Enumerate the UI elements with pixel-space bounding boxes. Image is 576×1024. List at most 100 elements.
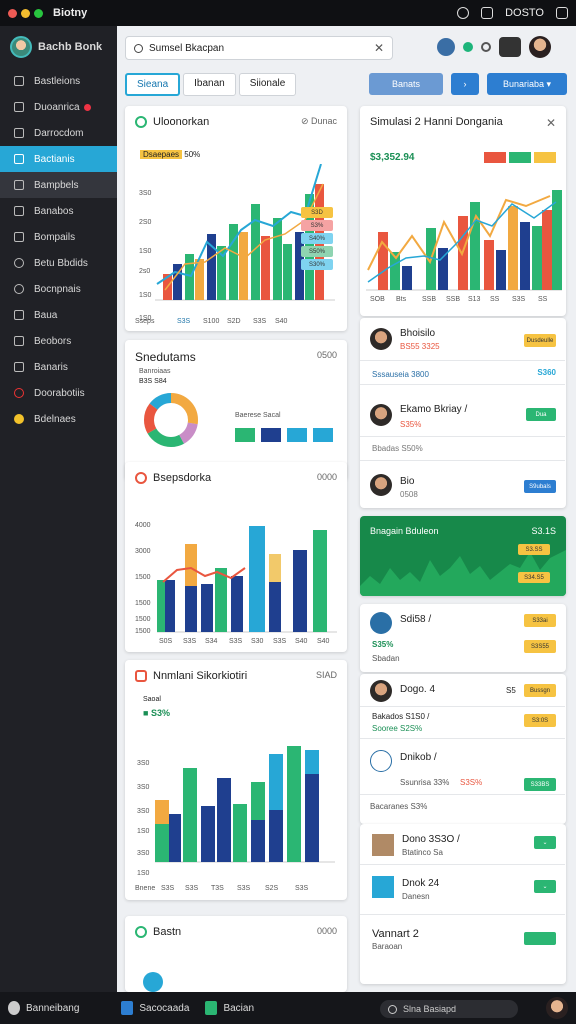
divider bbox=[360, 864, 565, 865]
sidebar-item[interactable]: Bompails bbox=[0, 224, 117, 250]
next-button[interactable]: › bbox=[451, 73, 479, 95]
user-avatar-icon[interactable] bbox=[437, 38, 455, 56]
legend-swatch[interactable] bbox=[313, 428, 333, 442]
sidebar-item[interactable]: Bampbels bbox=[0, 172, 117, 198]
y-tick: 1500 bbox=[135, 600, 151, 607]
row-action-button[interactable]: ⌄ bbox=[534, 836, 556, 849]
brand[interactable]: Bachb Bonk bbox=[0, 26, 117, 68]
tab-siionale[interactable]: Siionale bbox=[238, 73, 297, 96]
chip[interactable] bbox=[509, 152, 531, 163]
card-meta[interactable]: ⊘ Dunac bbox=[301, 116, 337, 127]
bottom-label[interactable]: Sacocaada bbox=[139, 1003, 189, 1014]
combo-chart-2 bbox=[366, 190, 562, 291]
green-stats-card: Bnagain Bduleon S3.1S S3.SS S34.S5 bbox=[360, 516, 566, 596]
row-name: Dogo. 4 bbox=[400, 684, 436, 695]
action-buttons: Banats › Bunariaba ▾ bbox=[369, 73, 567, 95]
chart-label-text: Dsaepaes bbox=[140, 150, 183, 159]
sidebar-item[interactable]: Darrocdom bbox=[0, 120, 117, 146]
document-icon bbox=[135, 670, 147, 682]
chart-pct: ■ S3% bbox=[143, 708, 170, 718]
close-window-button[interactable] bbox=[8, 8, 17, 18]
legend-swatch[interactable] bbox=[287, 428, 307, 442]
dua-button[interactable]: Dua bbox=[526, 408, 556, 421]
maximize-window-button[interactable] bbox=[34, 8, 43, 18]
user-avatar[interactable] bbox=[546, 997, 568, 1019]
sidebar-item-label: Doorabotiis bbox=[34, 387, 85, 399]
s33bs-button[interactable]: S33BS bbox=[524, 778, 556, 791]
grid-icon[interactable] bbox=[556, 7, 568, 19]
clear-search-icon[interactable]: ✕ bbox=[374, 41, 384, 55]
legend bbox=[235, 428, 333, 442]
row-sub: BS55 3325 bbox=[400, 342, 440, 351]
camera-icon[interactable] bbox=[499, 37, 521, 57]
bussgn-button[interactable]: Bussgn bbox=[524, 684, 556, 697]
dusdeulle-button[interactable]: Dusdeulle bbox=[524, 334, 556, 347]
card-uloonorkan: Uloonorkan ⊘ Dunac Dsaepaes 50% 3S0 2S0 … bbox=[125, 106, 347, 331]
bunariaba-dropdown[interactable]: Bunariaba ▾ bbox=[487, 73, 567, 95]
refresh-icon[interactable] bbox=[481, 42, 491, 52]
row-action-button[interactable]: ⌄ bbox=[534, 880, 556, 893]
row-caption: Bacaranes S3% bbox=[370, 802, 428, 811]
legend-swatch[interactable] bbox=[235, 428, 255, 442]
meta-text: Dunac bbox=[310, 116, 337, 126]
settings-icon[interactable] bbox=[8, 1001, 20, 1015]
sidebar-item[interactable]: Bastleions bbox=[0, 68, 117, 94]
legend-swatch[interactable] bbox=[261, 428, 281, 442]
x-tick: SSB bbox=[422, 296, 437, 303]
sidebar-item-active[interactable]: Bactianis bbox=[0, 146, 117, 172]
sidebar: Bachb Bonk Bastleions Duoanrica Darrocdo… bbox=[0, 26, 117, 992]
dashboard-icon bbox=[14, 154, 24, 164]
row-name: Vannart 2 bbox=[372, 928, 419, 940]
divider bbox=[360, 384, 565, 385]
tag-icon[interactable] bbox=[205, 1001, 218, 1015]
chip[interactable] bbox=[484, 152, 506, 163]
y-tick: 2s0 bbox=[139, 268, 151, 275]
sidebar-item[interactable]: Banabos bbox=[0, 198, 117, 224]
clock-icon bbox=[14, 258, 24, 268]
bottom-label[interactable]: Banneibang bbox=[26, 1003, 79, 1014]
avatar bbox=[370, 680, 392, 702]
row-action-button[interactable] bbox=[524, 932, 556, 945]
card-title-text: Uloonorkan bbox=[153, 116, 210, 128]
card-title: Bsepsdorka bbox=[135, 472, 211, 484]
card-title: Bnagain Bduleon bbox=[370, 526, 439, 536]
search-input[interactable]: Sumsel Bkacpan ✕ bbox=[125, 36, 393, 60]
sidebar-item[interactable]: Bdelnaes bbox=[0, 406, 117, 432]
list-icon bbox=[14, 310, 24, 320]
calendar-icon[interactable] bbox=[481, 7, 494, 19]
settings-icon bbox=[14, 336, 24, 346]
minimize-window-button[interactable] bbox=[21, 8, 30, 18]
chip[interactable] bbox=[534, 152, 556, 163]
y-tick: 2S0 bbox=[139, 219, 152, 226]
close-card-icon[interactable]: ✕ bbox=[546, 116, 556, 130]
row-name: Sdi58 / bbox=[400, 614, 432, 625]
profile-avatar[interactable] bbox=[529, 36, 551, 58]
folder-icon[interactable] bbox=[121, 1001, 134, 1015]
leaf-icon bbox=[135, 116, 147, 128]
bottom-label[interactable]: Bacian bbox=[223, 1003, 254, 1014]
sidebar-item[interactable]: Doorabotiis bbox=[0, 380, 117, 406]
tab-ibanan[interactable]: Ibanan bbox=[183, 73, 236, 96]
card-title-text: Bastn bbox=[153, 926, 182, 938]
chart-icon bbox=[14, 180, 24, 190]
dropdown-label: Bunariaba bbox=[502, 79, 544, 89]
banats-button[interactable]: Banats bbox=[369, 73, 443, 95]
value-chip: S3S55 bbox=[524, 640, 556, 653]
sidebar-item[interactable]: Beobors bbox=[0, 328, 117, 354]
tab-sieana[interactable]: Sieana bbox=[125, 73, 181, 96]
s33ai-button[interactable]: S33ai bbox=[524, 614, 556, 627]
sidebar-item[interactable]: Baua bbox=[0, 302, 117, 328]
star-icon bbox=[14, 414, 24, 424]
sidebar-item[interactable]: Bocnpnais bbox=[0, 276, 117, 302]
notification-badge bbox=[83, 103, 91, 111]
tag: S50% bbox=[301, 246, 333, 257]
s9ubals-button[interactable]: S9ubals bbox=[524, 480, 556, 493]
sidebar-item[interactable]: Betu Bbdids bbox=[0, 250, 117, 276]
x-tick: S0S bbox=[159, 638, 173, 645]
sidebar-item[interactable]: Duoanrica bbox=[0, 94, 117, 120]
row-sub: Baraoan bbox=[372, 942, 403, 951]
x-tick: S2S bbox=[265, 885, 279, 892]
sidebar-item[interactable]: Banaris bbox=[0, 354, 117, 380]
bottom-search-input[interactable]: Slna Basiapd bbox=[380, 1000, 518, 1018]
github-icon[interactable] bbox=[457, 7, 470, 19]
